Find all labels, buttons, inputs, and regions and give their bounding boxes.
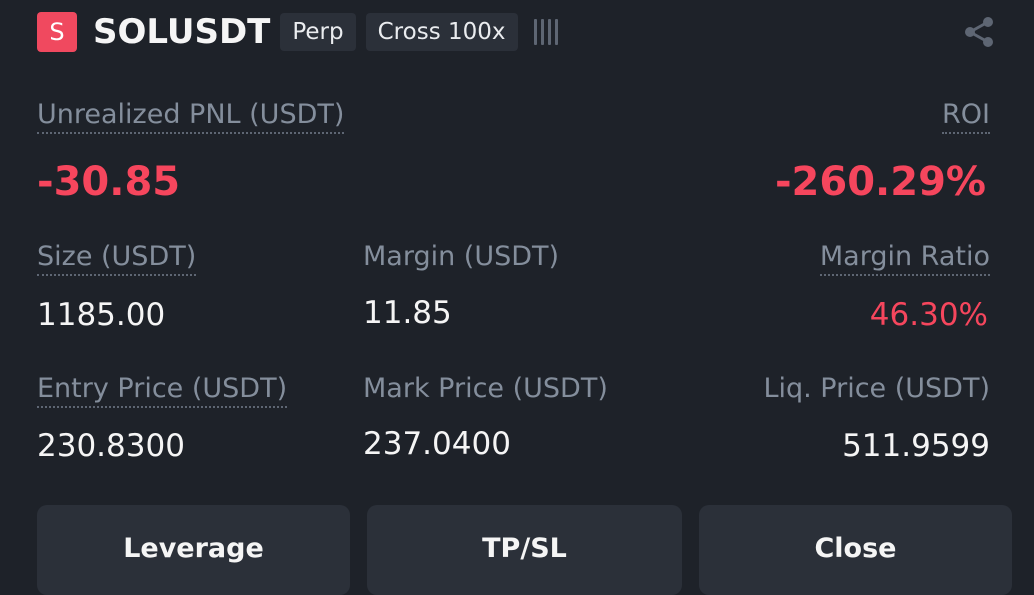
symbol-title[interactable]: SOLUSDT <box>93 12 270 52</box>
margin-ratio-label[interactable]: Margin Ratio <box>819 240 990 276</box>
size-label[interactable]: Size (USDT) <box>37 240 197 276</box>
liq-price-value: 511.9599 <box>842 428 990 464</box>
roi-value: -260.29% <box>774 159 986 205</box>
position-header: S SOLUSDT Perp Cross 100x <box>37 10 997 54</box>
roi-label[interactable]: ROI <box>942 98 990 134</box>
unrealized-pnl-value: -30.85 <box>37 159 181 205</box>
liq-price-label: Liq. Price (USDT) <box>763 373 990 404</box>
side-badge: S <box>37 12 77 52</box>
share-icon[interactable] <box>961 14 997 50</box>
margin-mode-tag[interactable]: Cross 100x <box>365 13 518 51</box>
entry-price-value: 230.8300 <box>37 428 185 464</box>
unrealized-pnl-label[interactable]: Unrealized PNL (USDT) <box>37 98 345 134</box>
bars-icon <box>533 19 558 45</box>
margin-value: 11.85 <box>363 295 452 331</box>
mark-price-value: 237.0400 <box>363 426 511 462</box>
entry-price-label[interactable]: Entry Price (USDT) <box>37 372 288 408</box>
mark-price-label: Mark Price (USDT) <box>363 373 608 404</box>
margin-label: Margin (USDT) <box>363 241 560 272</box>
size-value: 1185.00 <box>37 297 166 333</box>
margin-ratio-value: 46.30% <box>869 297 988 333</box>
contract-type-tag: Perp <box>280 13 356 51</box>
